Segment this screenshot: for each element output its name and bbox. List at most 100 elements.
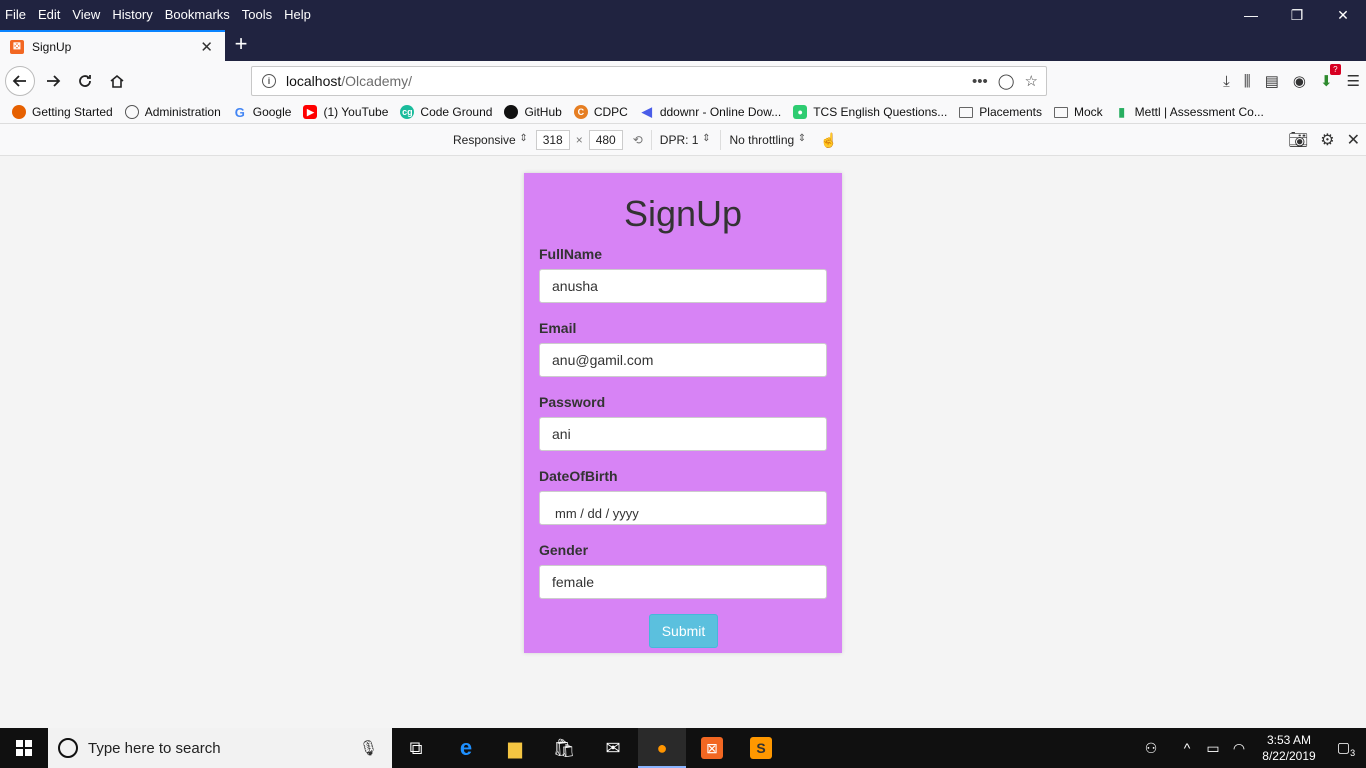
url-bar[interactable]: i localhost/Olcademy/ ••• ◯ ☆ — [251, 66, 1047, 96]
microphone-icon[interactable]: 🎙︎ — [359, 739, 378, 757]
window-controls: — ❐ ✕ — [1228, 0, 1366, 30]
divider — [720, 130, 722, 150]
tab-signup[interactable]: ⊠ SignUp ✕ — [0, 30, 225, 61]
menu-file[interactable]: File — [0, 5, 32, 25]
minimize-icon[interactable]: — — [1228, 0, 1274, 30]
search-placeholder: Type here to search — [88, 739, 221, 757]
close-window-icon[interactable]: ✕ — [1320, 0, 1366, 30]
responsive-controls: Responsive 318 × 480 ⟲ DPR: 1 No throttl… — [453, 130, 838, 150]
clock[interactable]: 3:53 AM 8/22/2019 — [1252, 732, 1326, 764]
firefox-icon[interactable]: ● — [638, 728, 686, 768]
dpr-selector[interactable]: DPR: 1 — [660, 133, 713, 147]
home-button[interactable] — [102, 66, 132, 96]
github-icon — [504, 105, 519, 119]
viewport-width-input[interactable]: 318 — [535, 130, 570, 150]
settings-gear-icon[interactable]: ⚙ — [1320, 130, 1334, 150]
menu-history[interactable]: History — [106, 5, 158, 25]
download-icon[interactable]: ⤓ — [1223, 73, 1230, 90]
restore-icon[interactable]: ❐ — [1274, 0, 1320, 30]
touch-simulation-icon[interactable]: ☝ — [820, 132, 837, 149]
start-button[interactable] — [0, 728, 48, 768]
globe-icon — [124, 105, 139, 119]
google-icon: G — [234, 104, 245, 120]
close-responsive-icon[interactable]: ✕ — [1347, 130, 1360, 150]
mail-icon[interactable]: ✉ — [589, 728, 637, 768]
bookmark-administration[interactable]: Administration — [124, 105, 221, 119]
menu-edit[interactable]: Edit — [32, 5, 66, 25]
page-viewport: SignUp FullName anusha Email anu@gamil.c… — [0, 156, 1366, 728]
reload-icon — [79, 75, 91, 87]
library-icon[interactable]: ⫼ — [1244, 73, 1251, 90]
bookmarks-bar: Getting Started Administration G Google ▶… — [0, 101, 1366, 124]
sublime-text-icon[interactable]: S — [737, 728, 785, 768]
fullname-input[interactable]: anusha — [539, 269, 827, 303]
password-input[interactable]: ani — [539, 417, 827, 451]
star-icon[interactable]: ☆ — [1025, 72, 1038, 90]
sidebar-icon[interactable]: ▤ — [1265, 72, 1279, 90]
info-icon[interactable]: i — [262, 74, 276, 88]
throttling-selector[interactable]: No throttling — [729, 133, 808, 147]
ddownr-icon: ◀ — [641, 104, 652, 119]
close-tab-icon[interactable]: ✕ — [200, 38, 213, 56]
menu-bar: File Edit View History Bookmarks Tools H… — [0, 0, 1366, 30]
bookmark-ddownr[interactable]: ◀ ddownr - Online Dow... — [640, 104, 781, 119]
taskbar-search[interactable]: Type here to search 🎙︎ — [48, 728, 392, 768]
extension-icon[interactable]: ⬇? — [1320, 64, 1341, 90]
youtube-icon: ▶ — [303, 105, 318, 119]
bookmark-google[interactable]: G Google — [233, 104, 292, 120]
dateofbirth-input[interactable]: mm / dd / yyyy — [539, 491, 827, 525]
battery-icon[interactable]: ▭ — [1200, 740, 1226, 757]
account-icon[interactable]: ◉ — [1293, 72, 1306, 90]
password-label: Password — [539, 394, 606, 410]
menu-tools[interactable]: Tools — [236, 5, 278, 25]
bookmark-tcs[interactable]: ● TCS English Questions... — [793, 105, 947, 119]
more-actions-icon[interactable]: ••• — [972, 73, 988, 90]
arrow-left-icon — [12, 75, 26, 87]
pocket-icon[interactable]: ◯ — [998, 72, 1015, 90]
bookmark-placements[interactable]: Placements — [959, 105, 1042, 119]
url-actions: ••• ◯ ☆ — [972, 67, 1038, 95]
chevron-up-icon[interactable]: ^ — [1174, 740, 1200, 756]
bookmark-github[interactable]: GitHub — [504, 105, 562, 119]
bookmark-mock[interactable]: Mock — [1053, 105, 1103, 119]
xampp-icon[interactable]: ⊠ — [688, 728, 736, 768]
new-tab-button[interactable]: + — [230, 33, 252, 55]
email-input[interactable]: anu@gamil.com — [539, 343, 827, 377]
responsive-actions: 📷︎ ⚙ ✕ — [1288, 128, 1360, 152]
windows-icon — [16, 740, 32, 756]
reload-button[interactable] — [70, 66, 100, 96]
store-icon[interactable]: 🛍︎ — [540, 728, 588, 768]
screenshot-icon[interactable]: 📷︎ — [1288, 130, 1308, 150]
device-selector[interactable]: Responsive — [453, 133, 530, 147]
menu-view[interactable]: View — [66, 5, 106, 25]
gender-input[interactable]: female — [539, 565, 827, 599]
file-explorer-icon[interactable]: ▆ — [491, 728, 539, 768]
url-text[interactable]: localhost/Olcademy/ — [286, 73, 412, 89]
task-view-icon[interactable]: ⧉ — [392, 728, 440, 768]
back-button[interactable] — [5, 66, 35, 96]
bookmark-cdpc[interactable]: C CDPC — [573, 105, 628, 119]
mettl-icon: ▮ — [1118, 105, 1125, 119]
people-icon[interactable]: ⚇ — [1138, 740, 1164, 757]
rotate-icon[interactable]: ⟲ — [633, 133, 643, 147]
arrow-right-icon — [47, 75, 61, 87]
menu-bookmarks[interactable]: Bookmarks — [159, 5, 236, 25]
clock-date: 8/22/2019 — [1262, 749, 1316, 763]
signup-form-container: SignUp FullName anusha Email anu@gamil.c… — [524, 173, 842, 653]
bookmark-code-ground[interactable]: cg Code Ground — [400, 105, 492, 119]
wifi-icon[interactable]: ◠ — [1226, 740, 1252, 757]
edge-icon[interactable]: e — [442, 728, 490, 768]
bookmark-mettl[interactable]: ▮ Mettl | Assessment Co... — [1115, 105, 1263, 119]
hamburger-menu-icon[interactable]: ☰ — [1347, 72, 1360, 90]
viewport-height-input[interactable]: 480 — [588, 130, 623, 150]
bookmark-youtube[interactable]: ▶ (1) YouTube — [303, 105, 388, 119]
menu-help[interactable]: Help — [278, 5, 317, 25]
forward-button[interactable] — [38, 66, 68, 96]
bookmark-getting-started[interactable]: Getting Started — [12, 105, 113, 119]
notification-icon[interactable]: ▢3 — [1326, 739, 1366, 758]
submit-button[interactable]: Submit — [649, 614, 718, 648]
firefox-icon — [12, 105, 26, 119]
responsive-toolbar: Responsive 318 × 480 ⟲ DPR: 1 No throttl… — [0, 124, 1366, 156]
system-tray: ⚇ ^ ▭ ◠ 3:53 AM 8/22/2019 ▢3 — [1138, 728, 1366, 768]
home-icon — [110, 74, 124, 88]
